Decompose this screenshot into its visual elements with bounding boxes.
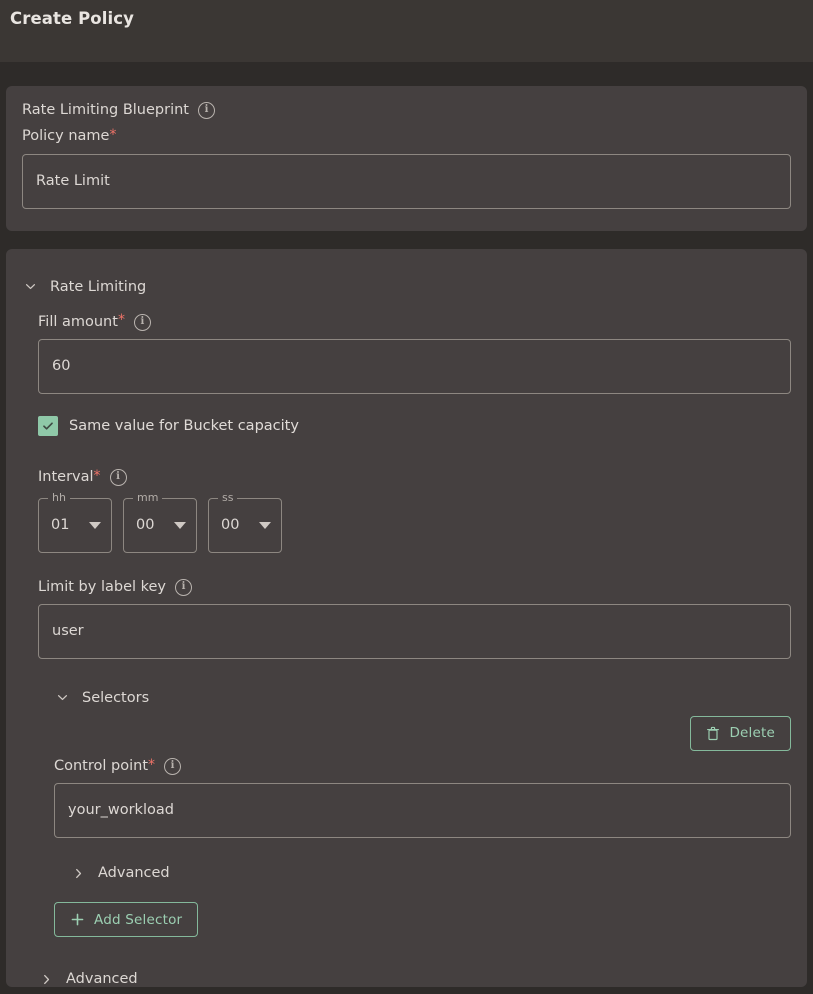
chevron-right-icon[interactable] (38, 971, 54, 987)
info-icon[interactable]: i (175, 578, 193, 596)
info-icon[interactable]: i (109, 469, 127, 487)
fill-amount-label: Fill amount (38, 313, 118, 330)
chevron-right-icon[interactable] (70, 865, 86, 881)
required-marker: * (93, 467, 101, 484)
chevron-down-icon[interactable] (174, 521, 186, 529)
control-point-label: Control point (54, 757, 149, 774)
blueprint-card: Rate Limiting Blueprint i Policy name * (6, 86, 807, 231)
rate-limiting-body: Fill amount * i Same value for Bucket ca… (22, 312, 791, 987)
control-point-input[interactable] (54, 783, 791, 839)
delete-button-row: Delete (54, 715, 791, 751)
info-icon[interactable]: i (198, 102, 215, 120)
fill-amount-label-row: Fill amount * i (38, 312, 791, 331)
page-body: Rate Limiting Blueprint i Policy name * … (0, 86, 813, 988)
chevron-down-icon[interactable] (54, 690, 70, 706)
chevron-down-icon[interactable] (22, 279, 38, 295)
add-selector-button-label: Add Selector (94, 911, 183, 928)
policy-name-field (22, 153, 791, 209)
policy-name-label-row: Policy name * (22, 128, 791, 145)
delete-button[interactable]: Delete (690, 715, 791, 751)
same-value-checkbox[interactable] (38, 416, 58, 437)
control-point-field (54, 783, 791, 839)
interval-seconds-select[interactable]: ss 00 (208, 491, 282, 553)
interval-seconds-value: 00 (221, 517, 240, 534)
selectors-body: Delete Control point * i Advanced (38, 715, 791, 938)
interval-label: Interval (38, 469, 94, 486)
required-marker: * (117, 312, 125, 329)
selector-advanced-section-header[interactable]: Advanced (54, 865, 791, 881)
interval-hours-legend: hh (48, 491, 70, 503)
interval-selects: hh 01 mm 00 ss 00 (38, 491, 791, 553)
rate-limiting-advanced-section-header[interactable]: Advanced (38, 971, 791, 987)
rate-limiting-section-label: Rate Limiting (50, 278, 147, 295)
fill-amount-input[interactable] (38, 339, 791, 395)
add-selector-button[interactable]: Add Selector (54, 902, 199, 938)
delete-button-label: Delete (729, 725, 775, 742)
limit-by-label-key-label-row: Limit by label key i (38, 579, 791, 596)
add-selector-row: Add Selector (54, 902, 791, 938)
rate-limiting-card: Rate Limiting Fill amount * i Same value… (6, 248, 807, 988)
selectors-section-header[interactable]: Selectors (38, 690, 791, 706)
required-marker: * (148, 756, 156, 773)
required-marker: * (109, 127, 117, 144)
same-value-checkbox-row[interactable]: Same value for Bucket capacity (38, 416, 791, 437)
info-icon[interactable]: i (164, 758, 182, 776)
interval-seconds-legend: ss (218, 491, 238, 503)
interval-minutes-legend: mm (133, 491, 163, 503)
limit-by-label-key-input[interactable] (38, 603, 791, 659)
info-icon[interactable]: i (133, 313, 151, 331)
interval-hours-value: 01 (51, 517, 70, 534)
chevron-down-icon[interactable] (89, 521, 101, 529)
interval-minutes-select[interactable]: mm 00 (123, 491, 197, 553)
selector-advanced-label: Advanced (98, 865, 170, 882)
interval-label-row: Interval * i (38, 467, 791, 487)
selectors-section-label: Selectors (82, 689, 150, 706)
policy-name-input[interactable] (22, 153, 791, 209)
rate-limiting-section-header[interactable]: Rate Limiting (22, 279, 791, 295)
fill-amount-field (38, 339, 791, 395)
plus-icon (70, 912, 85, 927)
blueprint-title: Rate Limiting Blueprint (22, 102, 189, 118)
rate-limiting-advanced-label: Advanced (66, 971, 138, 988)
blueprint-title-row: Rate Limiting Blueprint i (22, 102, 791, 120)
chevron-down-icon[interactable] (259, 521, 271, 529)
same-value-checkbox-label: Same value for Bucket capacity (69, 418, 299, 435)
interval-hours-select[interactable]: hh 01 (38, 491, 112, 553)
policy-name-label: Policy name (22, 128, 110, 145)
limit-by-label-key-label: Limit by label key (38, 578, 167, 595)
control-point-label-row: Control point * i (54, 756, 791, 776)
trash-icon (706, 726, 720, 741)
page-title: Create Policy (10, 9, 134, 28)
limit-by-label-key-field (38, 603, 791, 659)
interval-minutes-value: 00 (136, 517, 155, 534)
app-header: Create Policy (0, 0, 813, 62)
